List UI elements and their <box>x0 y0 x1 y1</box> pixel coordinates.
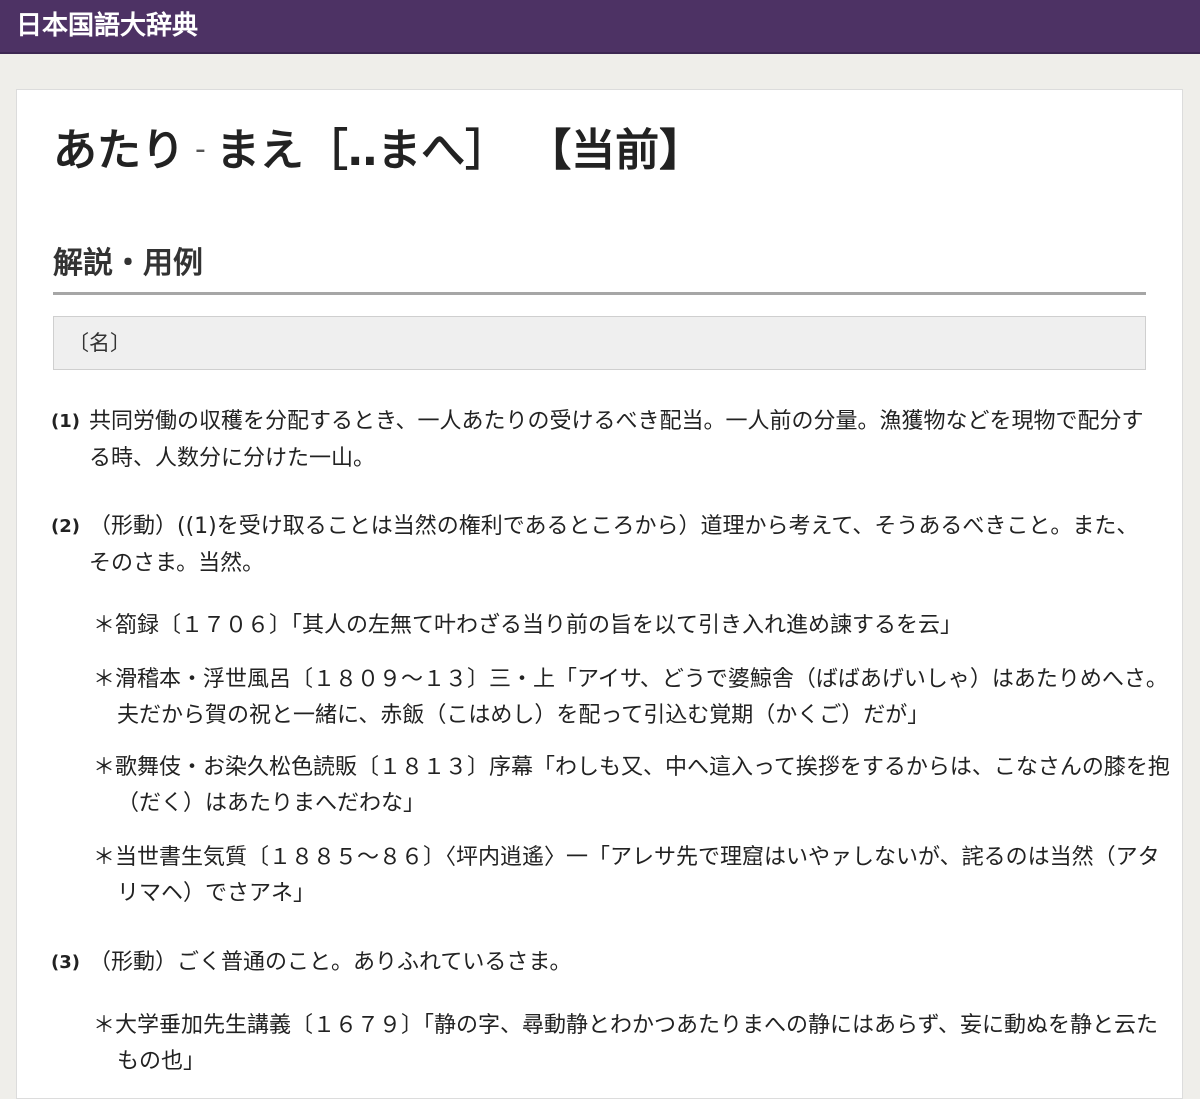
entry-headword: あたり - まえ［‥まへ］ 【当前】 <box>53 120 703 181</box>
example-quote: ＊箚録〔１７０６〕「其人の左無て叶わざる当り前の旨を以て引き入れ進め諫するを云」 <box>93 613 963 638</box>
example-quote: ＊当世書生気質〔１８８５〜８６〕〈坪内逍遙〉一「アレサ先で理窟はいやァしないが、… <box>93 845 1160 906</box>
example-quote: ＊歌舞伎・お染久松色読販〔１８１３〕序幕「わしも又、中へ這入って挨拶をするからは… <box>93 755 1170 816</box>
headword-separator: - <box>195 132 206 167</box>
sense-item: (3) （形動）ごく普通のこと。ありふれているさま。 <box>51 944 1151 981</box>
section-title: 解説・用例 <box>53 242 1146 295</box>
headword-reading-second: まえ <box>215 125 304 176</box>
part-of-speech-box: 〔名〕 <box>53 316 1146 370</box>
headword-reading-first: あたり <box>53 125 185 176</box>
scrollbar[interactable] <box>1184 54 1200 1088</box>
top-bar: 日本国語大辞典 <box>0 0 1200 54</box>
sense-text: （形動）((1)を受け取ることは当然の権利であるところから）道理から考えて、そう… <box>89 514 1139 576</box>
sense-number: (3) <box>51 952 80 973</box>
example-quote: ＊滑稽本・浮世風呂〔１８０９〜１３〕三・上「アイサ、どうで婆鯨舎（ばばあげいしゃ… <box>93 667 1168 728</box>
sense-item: (2) （形動）((1)を受け取ることは当然の権利であるところから）道理から考え… <box>51 508 1151 582</box>
site-title[interactable]: 日本国語大辞典 <box>16 9 198 43</box>
headword-kanji: 【当前】 <box>549 125 704 176</box>
sense-number: (2) <box>51 516 80 537</box>
example-quote: ＊大学垂加先生講義〔１６７９〕「静の字、尋動静とわかつあたりまへの静にはあらず、… <box>93 1013 1159 1074</box>
sense-text: 共同労働の収穫を分配するとき、一人あたりの受けるべき配当。一人前の分量。漁獲物な… <box>89 409 1144 471</box>
entry-card: あたり - まえ［‥まへ］ 【当前】 解説・用例 〔名〕 (1) 共同労働の収穫を分配… <box>16 89 1183 1099</box>
headword-historical-kana: ［‥まへ］ <box>303 125 510 176</box>
sense-item: (1) 共同労働の収穫を分配するとき、一人あたりの受けるべき配当。一人前の分量。… <box>51 403 1151 477</box>
sense-number: (1) <box>51 411 80 432</box>
sense-text: （形動）ごく普通のこと。ありふれているさま。 <box>89 950 572 975</box>
